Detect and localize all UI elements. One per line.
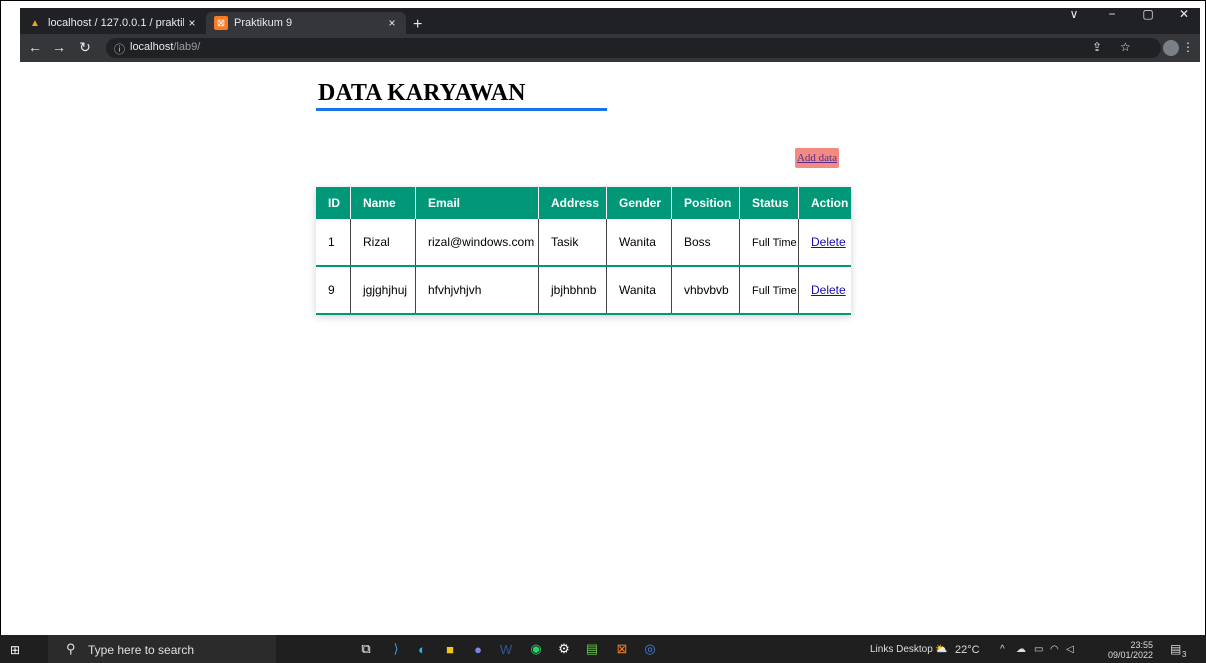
tab-close-icon[interactable]: × bbox=[184, 16, 200, 30]
clock-time: 23:55 bbox=[1130, 640, 1154, 650]
cell-id: 1 bbox=[316, 219, 351, 267]
windows-start-icon[interactable]: ⊞ bbox=[10, 643, 20, 657]
tab-search-icon[interactable]: ∨ bbox=[1064, 7, 1084, 21]
notification-count: 3 bbox=[1182, 650, 1187, 659]
url-path: /lab9/ bbox=[173, 41, 201, 53]
file-explorer-icon[interactable]: ■ bbox=[442, 641, 458, 657]
header-action: Action bbox=[798, 187, 851, 219]
header-address: Address bbox=[538, 187, 607, 219]
menu-icon[interactable]: ⋮ bbox=[1182, 40, 1194, 54]
windows-taskbar: ⊞ ⚲ Type here to search ⧉ ⟩ ◐ ■ ● W ◉ ⚙ … bbox=[0, 635, 1206, 663]
header-status: Status bbox=[739, 187, 799, 219]
chrome-icon[interactable]: ◎ bbox=[642, 641, 658, 657]
edge-icon[interactable]: ◐ bbox=[414, 641, 430, 657]
weather-temp[interactable]: 22°C bbox=[955, 644, 980, 656]
cell-position: vhbvbvb bbox=[671, 266, 740, 315]
address-bar[interactable]: ⓘ localhost/lab9/ bbox=[106, 38, 1161, 58]
cell-status: Full Time bbox=[739, 266, 799, 315]
wifi-icon[interactable]: ◠ bbox=[1050, 644, 1059, 655]
cell-email: rizal@windows.com bbox=[415, 219, 539, 267]
show-hidden-icons-icon[interactable]: ^ bbox=[1000, 644, 1005, 655]
share-icon[interactable]: ⇪ bbox=[1092, 40, 1102, 54]
xampp-favicon-icon: ⊠ bbox=[214, 16, 228, 30]
cell-name: jgjghjhuj bbox=[350, 266, 416, 315]
taskbar-search-box[interactable]: ⚲ Type here to search bbox=[48, 635, 276, 663]
xampp-icon[interactable]: ⊠ bbox=[614, 641, 630, 657]
cell-address: Tasik bbox=[538, 219, 607, 267]
cell-email: hfvhjvhjvh bbox=[415, 266, 539, 315]
whatsapp-icon[interactable]: ◉ bbox=[528, 641, 544, 657]
url-host: localhost bbox=[130, 41, 174, 53]
cell-action: Delete bbox=[798, 266, 851, 315]
search-icon: ⚲ bbox=[66, 641, 76, 656]
profile-avatar[interactable] bbox=[1163, 40, 1179, 56]
notepad-icon[interactable]: ▤ bbox=[584, 641, 600, 657]
word-icon[interactable]: W bbox=[498, 641, 514, 657]
taskbar-toolbar-labels[interactable]: Links Desktop bbox=[870, 644, 933, 655]
cell-position: Boss bbox=[671, 219, 740, 267]
reload-icon[interactable]: ↻ bbox=[76, 39, 94, 56]
cell-address: jbjhbhnb bbox=[538, 266, 607, 315]
title-underline bbox=[316, 108, 607, 111]
tab-title: localhost / 127.0.0.1 / praktikum bbox=[48, 17, 184, 29]
add-data-button[interactable]: Add data bbox=[795, 148, 839, 168]
cell-gender: Wanita bbox=[606, 266, 672, 315]
settings-icon[interactable]: ⚙ bbox=[556, 641, 572, 657]
close-window-button[interactable]: ✕ bbox=[1174, 7, 1194, 21]
tab-praktikum[interactable]: ⊠ Praktikum 9 × bbox=[206, 12, 406, 34]
tab-close-icon[interactable]: × bbox=[384, 16, 400, 30]
forward-icon[interactable]: → bbox=[50, 39, 68, 55]
tab-title: Praktikum 9 bbox=[234, 17, 293, 29]
site-info-icon[interactable]: ⓘ bbox=[114, 41, 125, 57]
minimize-button[interactable]: − bbox=[1102, 7, 1122, 21]
header-id: ID bbox=[316, 187, 351, 219]
header-gender: Gender bbox=[606, 187, 672, 219]
browser-toolbar: ← → ↻ ⓘ localhost/lab9/ ⇪ ☆ ⋮ bbox=[20, 34, 1200, 62]
screen-frame bbox=[0, 0, 1206, 663]
table-header-row: ID Name Email Address Gender Position St… bbox=[316, 187, 851, 219]
volume-icon[interactable]: ◁ bbox=[1066, 644, 1074, 655]
battery-icon[interactable]: ▭ bbox=[1034, 644, 1043, 655]
cell-status: Full Time bbox=[739, 219, 799, 267]
table-row: 1 Rizal rizal@windows.com Tasik Wanita B… bbox=[316, 219, 851, 267]
header-email: Email bbox=[415, 187, 539, 219]
bookmark-star-icon[interactable]: ☆ bbox=[1120, 40, 1131, 54]
employee-table: ID Name Email Address Gender Position St… bbox=[316, 187, 851, 315]
cell-name: Rizal bbox=[350, 219, 416, 267]
notification-center-icon[interactable]: ▤ bbox=[1170, 642, 1181, 656]
url-text: localhost/lab9/ bbox=[130, 41, 200, 53]
teams-icon[interactable]: ● bbox=[470, 641, 486, 657]
new-tab-button[interactable]: + bbox=[413, 16, 422, 34]
header-position: Position bbox=[671, 187, 740, 219]
restore-button[interactable]: ▢ bbox=[1138, 7, 1158, 21]
tab-phpmyadmin[interactable]: ▲ localhost / 127.0.0.1 / praktikum × bbox=[20, 12, 206, 34]
browser-tab-bar: ▲ localhost / 127.0.0.1 / praktikum × ⊠ … bbox=[20, 8, 1200, 34]
delete-link[interactable]: Delete bbox=[811, 283, 846, 297]
cell-gender: Wanita bbox=[606, 219, 672, 267]
cell-action: Delete bbox=[798, 219, 851, 267]
delete-link[interactable]: Delete bbox=[811, 235, 846, 249]
cell-id: 9 bbox=[316, 266, 351, 315]
onedrive-icon[interactable]: ☁ bbox=[1016, 644, 1026, 655]
task-view-icon[interactable]: ⧉ bbox=[358, 641, 374, 657]
search-placeholder: Type here to search bbox=[88, 643, 195, 657]
table-row: 9 jgjghjhuj hfvhjvhjvh jbjhbhnb Wanita v… bbox=[316, 266, 851, 315]
back-icon[interactable]: ← bbox=[26, 39, 44, 55]
page-title: DATA KARYAWAN bbox=[318, 80, 526, 106]
weather-icon[interactable]: ⛅ bbox=[935, 644, 947, 655]
clock-date: 09/01/2022 bbox=[1108, 650, 1154, 660]
header-name: Name bbox=[350, 187, 416, 219]
taskbar-clock[interactable]: 23:55 09/01/2022 bbox=[1108, 640, 1153, 660]
phpmyadmin-favicon-icon: ▲ bbox=[30, 17, 40, 29]
vscode-icon[interactable]: ⟩ bbox=[388, 641, 404, 657]
